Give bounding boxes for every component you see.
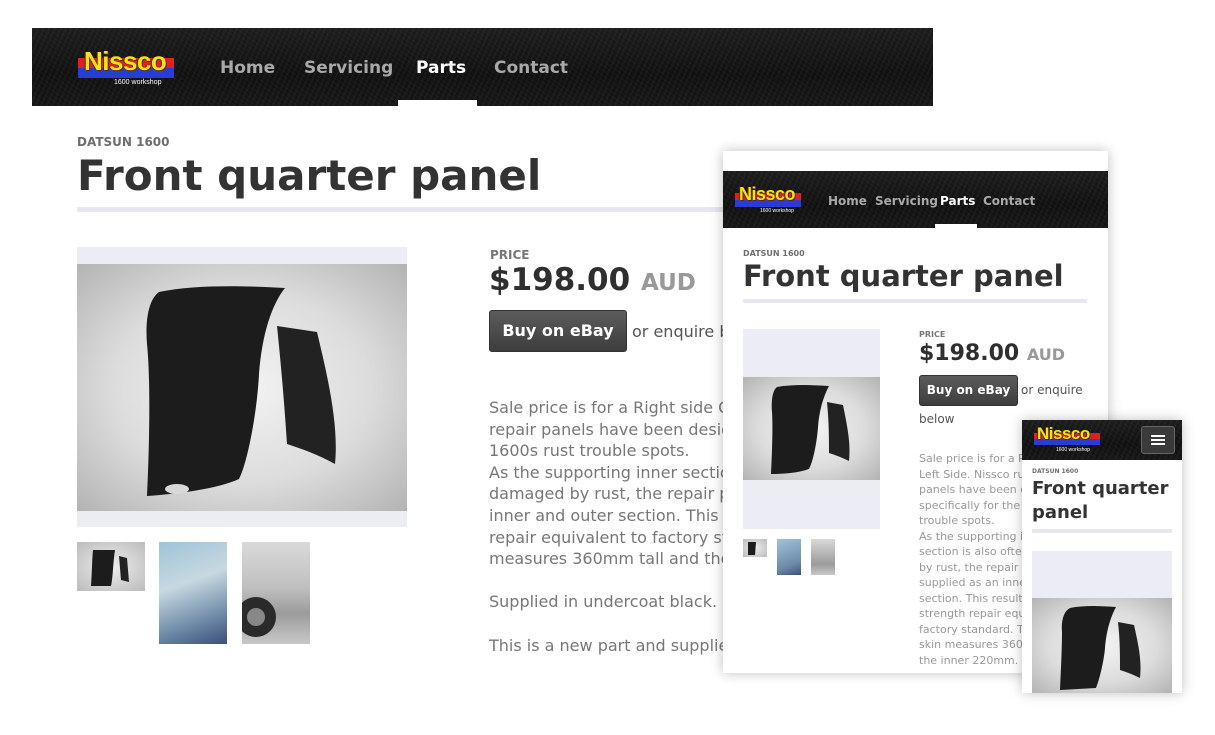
price-value: $198.00 AUD [919,341,1065,366]
title-divider [77,207,727,212]
main-product-image[interactable] [77,264,407,511]
thumbnail-1[interactable] [743,539,767,557]
desc-line: Sale price is for a Ri [919,452,1029,465]
desc-line: the inner 220mm. [919,653,1019,667]
desc-line: factory standard. Th [919,622,1031,636]
price-currency: AUD [1026,345,1066,364]
nissco-logo[interactable]: Nissco 1600 workshop [1034,424,1100,454]
desc-line: As the supporting in [919,529,1031,543]
nav-servicing[interactable]: Servicing [875,194,938,208]
nav-parts[interactable]: Parts [416,58,466,78]
desc-line: section. This results [919,591,1029,605]
thumbnail-3[interactable] [811,539,835,575]
desc-line: trouble spots. [919,514,995,527]
nav-home[interactable]: Home [220,58,275,78]
nav-home[interactable]: Home [828,194,867,208]
main-product-image[interactable] [743,377,880,480]
desc-line: As the supporting inner section [489,462,740,482]
enquire-text-2: below [919,412,955,426]
desc-line: Supplied in undercoat black. [489,592,718,612]
desc-line: by rust, the repair p [919,560,1029,574]
page-title-line-2: panel [1032,502,1089,523]
desc-line: specifically for the 1 [919,498,1031,512]
price-label: PRICE [490,248,530,262]
category-label: DATSUN 1600 [1032,468,1079,475]
buy-on-ebay-button[interactable]: Buy on eBay [919,375,1018,406]
desc-line: supplied as an inne [919,576,1026,589]
buy-on-ebay-button[interactable]: Buy on eBay [489,310,627,352]
thumbnail-3[interactable] [242,542,310,644]
price-amount: $198.00 [489,262,631,298]
nissco-logo[interactable]: Nissco 1600 workshop [735,183,801,215]
desc-line: Left Side. Nissco ru [919,467,1025,481]
desc-line: damaged by rust, the repair par [489,484,746,504]
desc-line: repair equivalent to factory stan [489,527,748,547]
desc-line: repair panels have been designe [489,419,752,439]
nav-servicing[interactable]: Servicing [304,58,393,78]
desc-line: measures 360mm tall and the in [489,549,751,569]
product-description: Sale price is for a Ri Left Side. Nissco… [919,451,1031,668]
product-description: Sale price is for a Right side OR repair… [489,397,751,656]
price-value: $198.00 AUD [489,262,696,298]
desc-line: This is a new part and supplied [489,635,739,655]
thumbnail-1[interactable] [77,542,145,591]
thumbnail-2[interactable] [159,542,227,644]
nav-active-indicator [398,100,477,106]
desc-line: inner and outer section. This res [489,505,749,525]
nav-active-indicator [935,224,977,228]
enquire-text: or enquire b [632,322,730,341]
desc-line: 1600s rust trouble spots. [489,441,690,461]
mobile-preview: Nissco 1600 workshop DATSUN 1600 Front q… [1022,420,1182,693]
desktop-navbar: Nissco 1600 workshop Home Servicing Part… [32,28,933,106]
price-label: PRICE [919,330,946,339]
panel-part-graphic [146,286,336,496]
nav-parts[interactable]: Parts [940,194,975,208]
desc-line: panels have been d [919,483,1028,496]
category-label: DATSUN 1600 [77,135,170,149]
desc-line: strength repair equ [919,607,1026,620]
desc-line: Sale price is for a Right side OR [489,398,742,417]
price-amount: $198.00 [919,341,1020,366]
nav-contact[interactable]: Contact [494,58,568,78]
page-title-line-1: Front quarter [1032,478,1169,499]
main-product-image[interactable] [1032,598,1172,693]
nav-contact[interactable]: Contact [983,194,1035,208]
thumbnail-2[interactable] [777,539,801,575]
hamburger-menu-button[interactable] [1141,426,1175,454]
enquire-text: or enquire [1021,383,1083,397]
page-title: Front quarter panel [743,259,1064,293]
price-currency: AUD [641,270,696,296]
category-label: DATSUN 1600 [743,249,805,258]
desc-line: skin measures 360r [919,638,1028,651]
nissco-logo[interactable]: Nissco 1600 workshop [78,44,174,88]
tablet-navbar: Nissco 1600 workshop Home Servicing Part… [723,171,1108,228]
title-divider [1032,529,1172,533]
mobile-navbar: Nissco 1600 workshop [1022,420,1182,460]
title-divider [743,299,1087,303]
page-title: Front quarter panel [77,151,542,200]
desc-line: section is also ofter [919,545,1027,558]
